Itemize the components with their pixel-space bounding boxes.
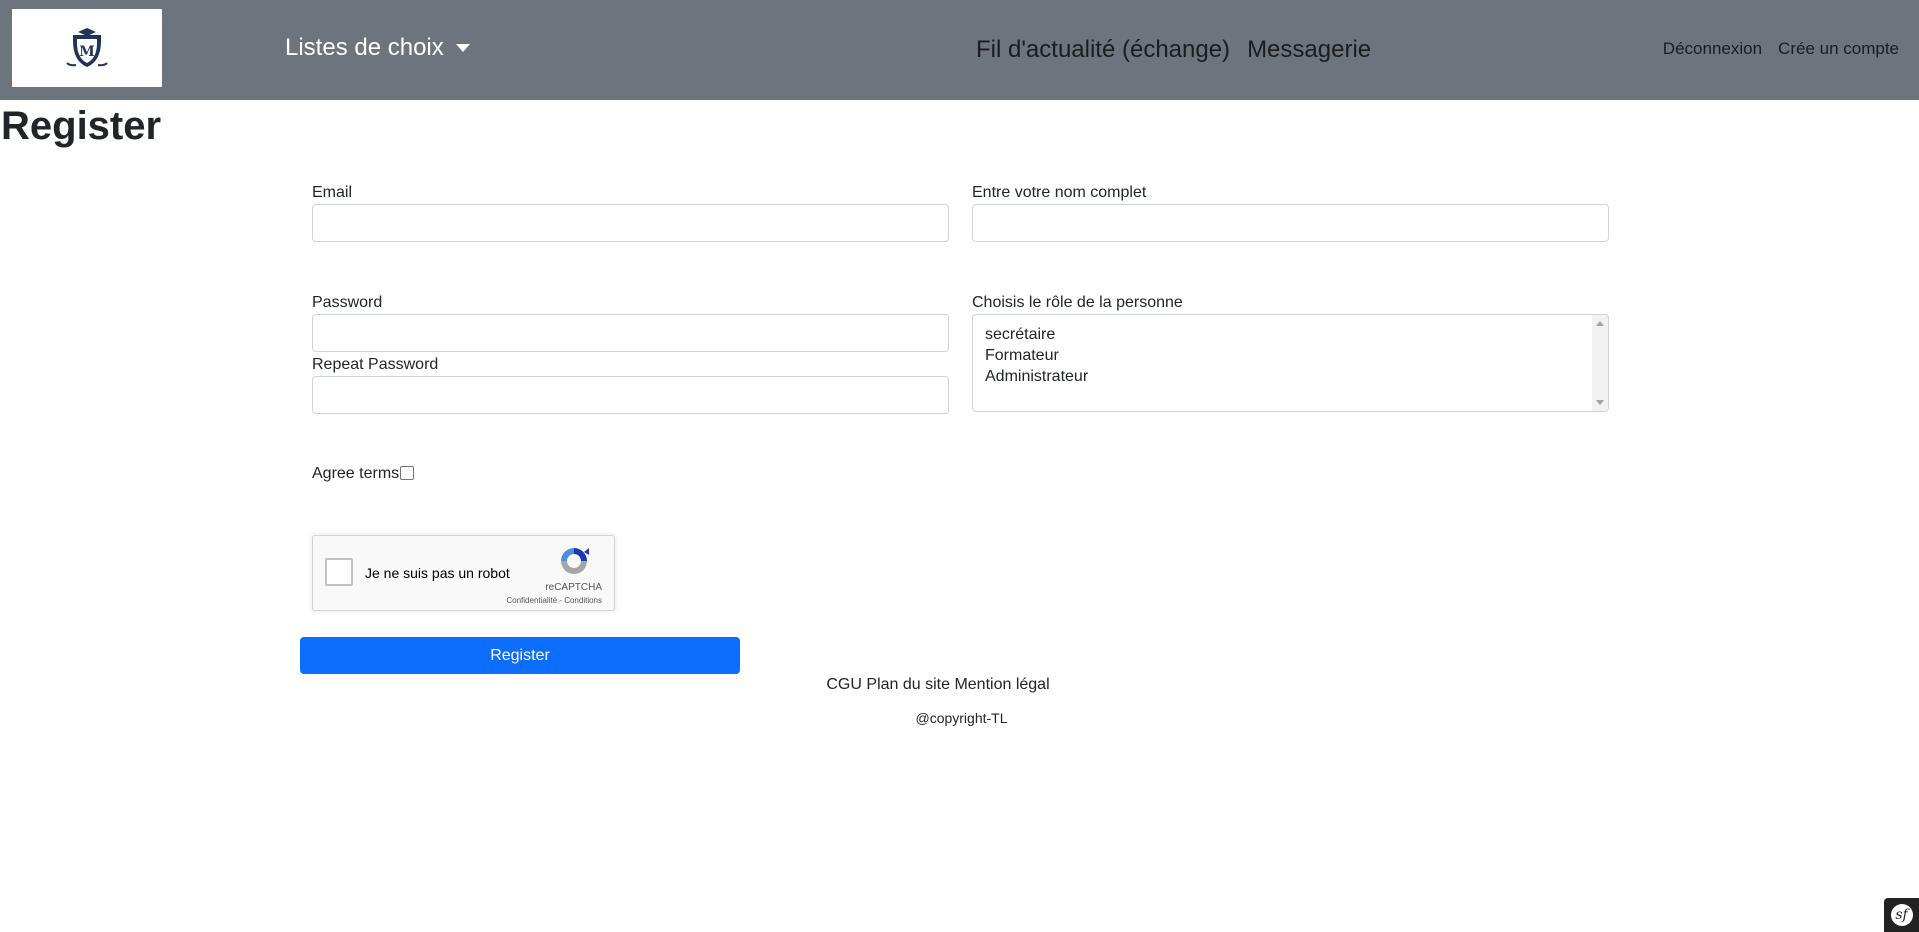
recaptcha-checkbox[interactable] bbox=[325, 558, 353, 586]
register-button[interactable]: Register bbox=[300, 637, 740, 674]
email-field[interactable] bbox=[312, 204, 949, 242]
site-logo[interactable]: M bbox=[12, 9, 162, 87]
top-navbar: M Listes de choix Fil d'actualité (échan… bbox=[0, 0, 1919, 100]
recaptcha-privacy-link[interactable]: Confidentialité bbox=[506, 596, 557, 605]
recaptcha-label: Je ne suis pas un robot bbox=[365, 565, 510, 581]
choice-lists-label: Listes de choix bbox=[285, 34, 444, 61]
email-label: Email bbox=[312, 184, 353, 201]
nav-link-messaging[interactable]: Messagerie bbox=[1247, 36, 1371, 63]
copyright-label: @copyright-TL bbox=[915, 710, 1008, 726]
agree-terms-label: Agree terms bbox=[312, 465, 400, 482]
password-label: Password bbox=[312, 294, 383, 311]
role-option-secretary[interactable]: secrétaire bbox=[985, 324, 1088, 345]
role-label: Choisis le rôle de la personne bbox=[972, 294, 1183, 311]
scroll-down-arrow-icon[interactable] bbox=[1596, 400, 1604, 405]
copyright-text: @copyright-TL bbox=[0, 710, 1919, 726]
agree-terms-checkbox[interactable] bbox=[400, 465, 415, 480]
choice-lists-dropdown[interactable]: Listes de choix bbox=[285, 34, 470, 62]
nav-link-logout[interactable]: Déconnexion bbox=[1663, 39, 1762, 58]
nav-center-links: Fil d'actualité (échange) Messagerie bbox=[976, 36, 1371, 64]
role-option-trainer[interactable]: Formateur bbox=[985, 345, 1088, 366]
scroll-up-arrow-icon[interactable] bbox=[1596, 321, 1604, 326]
footer-link-legal[interactable]: Mention légal bbox=[954, 676, 1049, 693]
repeat-password-label: Repeat Password bbox=[312, 356, 439, 373]
role-select-scrollbar[interactable] bbox=[1592, 315, 1608, 411]
caret-down-icon bbox=[455, 44, 470, 52]
symfony-icon: sf bbox=[1890, 904, 1913, 926]
nav-link-news-feed[interactable]: Fil d'actualité (échange) bbox=[976, 36, 1230, 63]
role-select[interactable]: secrétaire Formateur Administrateur bbox=[972, 314, 1609, 412]
nav-link-create-account[interactable]: Crée un compte bbox=[1778, 39, 1899, 58]
recaptcha-brand: reCAPTCHA bbox=[545, 582, 602, 593]
recaptcha-links: Confidentialité - Conditions bbox=[506, 596, 602, 605]
footer-links: CGU Plan du site Mention légal bbox=[0, 676, 1919, 694]
role-option-admin[interactable]: Administrateur bbox=[985, 366, 1088, 387]
footer-link-sitemap[interactable]: Plan du site bbox=[866, 676, 950, 693]
agree-terms-row: Agree terms bbox=[312, 465, 415, 483]
recaptcha-logo-icon bbox=[561, 548, 589, 574]
school-crest-logo-icon: M bbox=[66, 28, 108, 67]
footer-link-cgu[interactable]: CGU bbox=[826, 676, 862, 693]
recaptcha-widget: Je ne suis pas un robot reCAPTCHA Confid… bbox=[312, 535, 615, 611]
page-title: Register bbox=[1, 104, 162, 148]
symfony-toolbar-toggle[interactable]: sf bbox=[1884, 898, 1919, 932]
fullname-field[interactable] bbox=[972, 204, 1609, 242]
fullname-label: Entre votre nom complet bbox=[972, 184, 1147, 201]
role-options: secrétaire Formateur Administrateur bbox=[985, 324, 1088, 387]
svg-text:M: M bbox=[79, 44, 95, 60]
password-field[interactable] bbox=[312, 314, 949, 352]
nav-right-links: Déconnexion Crée un compte bbox=[1663, 39, 1899, 59]
repeat-password-field[interactable] bbox=[312, 376, 949, 414]
recaptcha-terms-link[interactable]: Conditions bbox=[564, 596, 602, 605]
